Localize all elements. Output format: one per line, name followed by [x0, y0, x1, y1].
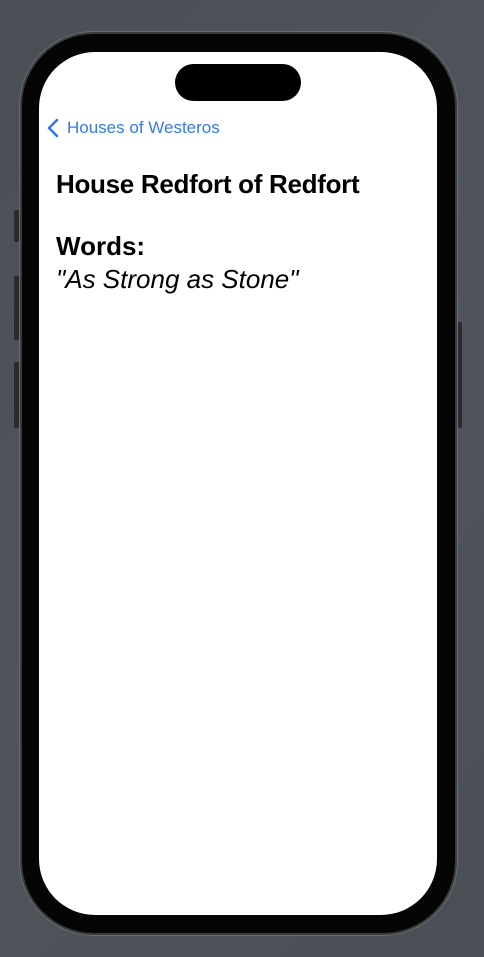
house-words: "As Strong as Stone": [56, 264, 299, 294]
chevron-left-icon: [47, 118, 59, 138]
back-button[interactable]: Houses of Westeros: [47, 118, 220, 138]
back-label: Houses of Westeros: [67, 118, 220, 137]
volume-up-button[interactable]: [14, 276, 20, 340]
words-label: Words:: [56, 231, 146, 261]
house-title: House Redfort of Redfort: [56, 169, 360, 199]
dynamic-island: [175, 64, 301, 101]
phone-screen: Houses of Westeros House Redfort of Redf…: [39, 52, 437, 915]
power-button[interactable]: [456, 322, 462, 428]
action-button[interactable]: [14, 210, 20, 242]
volume-down-button[interactable]: [14, 362, 20, 428]
